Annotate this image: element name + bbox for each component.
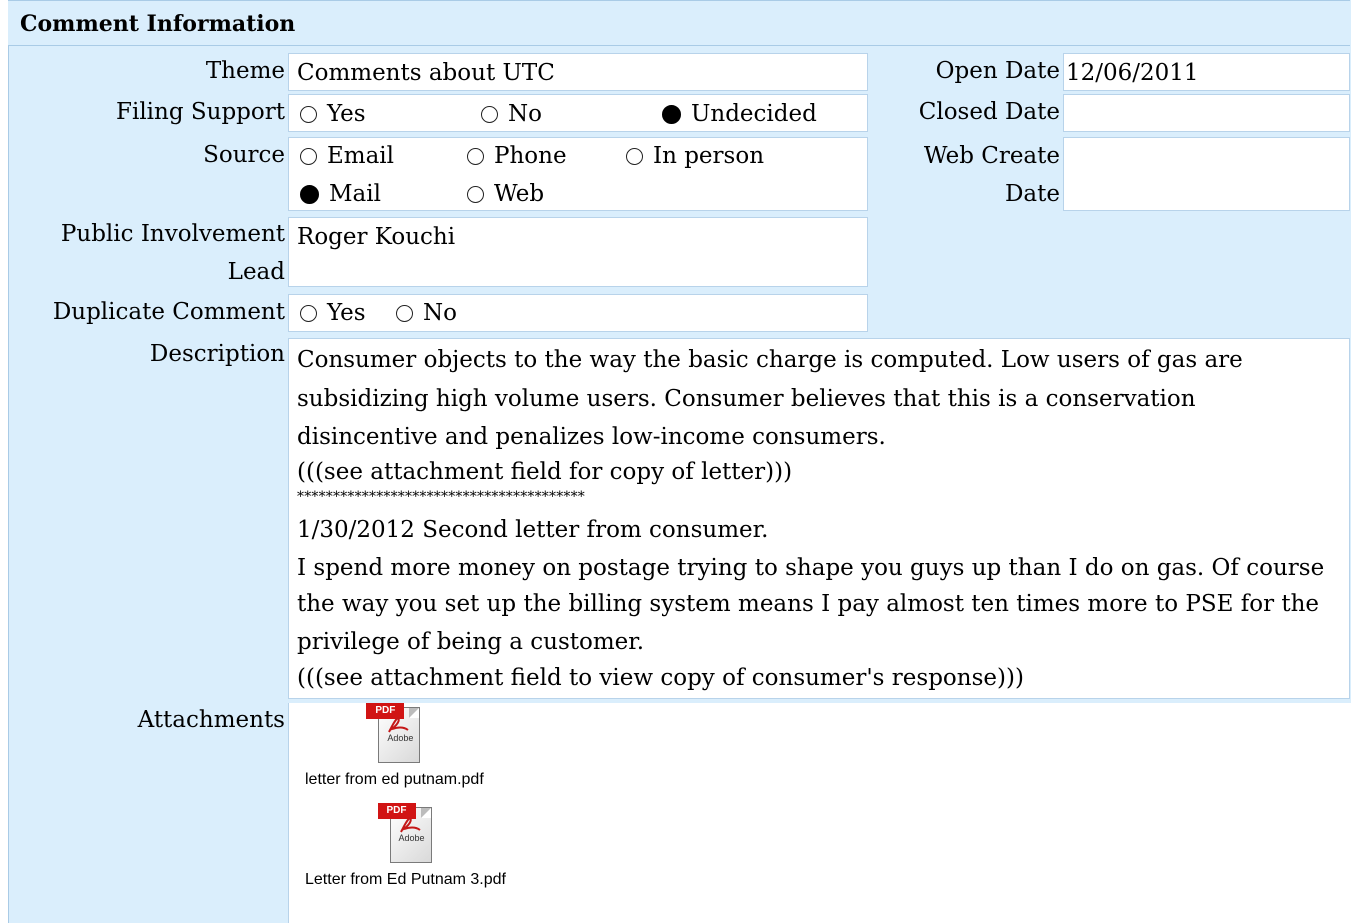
web-create-date-label-line2: Date [1004,181,1060,207]
filing-support-no-radio[interactable]: No [481,100,542,128]
radio-label: No [423,300,457,326]
filing-support-undecided-radio[interactable]: Undecided [662,100,817,128]
radio-label: Web [494,181,545,207]
duplicate-comment-label: Duplicate Comment [52,299,285,325]
radio-label: In person [653,143,765,169]
page-fold [409,708,420,718]
public-involvement-lead-label-line2: Lead [227,259,285,285]
source-phone-radio[interactable]: Phone [467,142,567,170]
pdf-file-icon: PDF Adobe [366,703,422,765]
description-separator: **************************************** [297,488,585,505]
attachment-filename: Letter from Ed Putnam 3.pdf [305,871,506,888]
description-line: (((see attachment field for copy of lett… [297,458,793,485]
radio-unchecked-icon [396,304,413,322]
attachment-link-2[interactable]: PDF Adobe Letter from Ed Putnam 3.pdf [305,803,506,889]
page-fold [420,808,431,818]
radio-label: Email [327,143,395,169]
description-line: (((see attachment field to view copy of … [297,664,1024,691]
theme-label: Theme [205,58,285,84]
adobe-label: Adobe [387,733,414,743]
radio-label: No [508,101,542,127]
open-date-field[interactable]: 12/06/2011 [1063,53,1350,91]
radio-unchecked-icon [300,147,317,165]
public-involvement-lead-field[interactable]: Roger Kouchi [288,217,868,287]
adobe-label: Adobe [398,833,425,843]
pdf-file-icon: PDF Adobe [377,803,434,865]
radio-unchecked-icon [626,147,643,165]
web-create-date-label: Web Create Date [874,137,1060,213]
closed-date-field[interactable] [1063,94,1350,132]
radio-label: Yes [327,300,366,326]
attachment-link-1[interactable]: PDF Adobe letter from ed putnam.pdf [305,703,484,789]
web-create-date-label-line1: Web Create [923,143,1060,169]
description-field[interactable]: Consumer objects to the way the basic ch… [288,338,1350,699]
radio-checked-icon [662,104,681,124]
acrobat-swirl [399,817,421,833]
radio-unchecked-icon [481,105,498,123]
description-line: privilege of being a customer. [297,628,645,655]
source-mail-radio[interactable]: Mail [300,180,381,208]
radio-label: Undecided [691,101,817,127]
attachments-field: PDF Adobe letter from ed putnam.pdf PDF … [288,703,1351,923]
section-header: Comment Information [8,0,1350,46]
radio-unchecked-icon [467,147,484,165]
description-line: Consumer objects to the way the basic ch… [297,347,1243,373]
public-involvement-lead-label-line1: Public Involvement [60,221,285,247]
section-title: Comment Information [20,11,296,37]
duplicate-comment-no-radio[interactable]: No [396,299,457,327]
attachments-label: Attachments [137,707,285,733]
description-line: I spend more money on postage trying to … [297,554,1325,581]
public-involvement-lead-label: Public Involvement Lead [20,215,285,291]
open-date-label: Open Date [935,58,1060,84]
theme-field[interactable]: Comments about UTC [288,53,868,91]
description-line: disincentive and penalizes low-income co… [297,424,886,451]
source-label: Source [203,142,285,168]
closed-date-label: Closed Date [918,99,1060,125]
source-in-person-radio[interactable]: In person [626,142,764,170]
duplicate-comment-yes-radio[interactable]: Yes [300,299,366,327]
duplicate-comment-group [288,294,868,332]
source-email-radio[interactable]: Email [300,142,394,170]
description-line: subsidizing high volume users. Consumer … [297,385,1196,412]
radio-label: Phone [494,143,567,169]
description-line: the way you set up the billing system me… [297,590,1320,617]
filing-support-label: Filing Support [116,99,285,125]
source-web-radio[interactable]: Web [467,180,544,208]
radio-unchecked-icon [300,304,317,322]
radio-label: Yes [327,101,366,127]
radio-unchecked-icon [300,105,317,123]
web-create-date-field[interactable] [1063,137,1350,211]
radio-unchecked-icon [467,185,484,203]
filing-support-yes-radio[interactable]: Yes [300,100,366,128]
description-line: 1/30/2012 Second letter from consumer. [297,516,769,543]
description-label: Description [149,341,285,367]
attachment-filename: letter from ed putnam.pdf [305,771,484,788]
radio-checked-icon [300,184,319,204]
radio-label: Mail [329,181,381,207]
acrobat-swirl [388,717,409,733]
